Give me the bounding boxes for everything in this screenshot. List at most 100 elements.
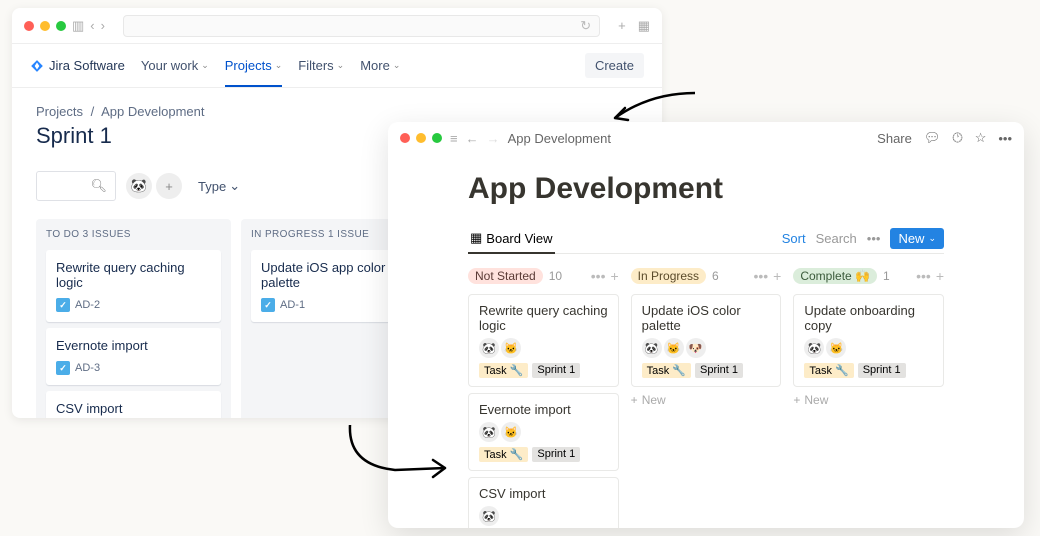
avatar: 🐱 xyxy=(826,338,846,358)
new-tab-icon[interactable]: + xyxy=(618,18,626,34)
type-filter[interactable]: Type⌄ xyxy=(198,178,240,194)
tag-sprint: Sprint 1 xyxy=(695,363,743,378)
status-pill[interactable]: In Progress xyxy=(631,268,706,284)
more-icon[interactable]: ••• xyxy=(867,231,881,246)
column-header: In Progress 6 ••• + xyxy=(631,266,782,286)
board-icon: ▦ xyxy=(470,230,482,246)
card-title: Evernote import xyxy=(479,402,608,417)
refresh-icon[interactable]: ↻ xyxy=(580,18,591,34)
avatar: 🐼 xyxy=(479,422,499,442)
status-pill[interactable]: Not Started xyxy=(468,268,543,284)
new-button[interactable]: New⌄ xyxy=(890,228,944,249)
column-header: TO DO 3 ISSUES xyxy=(46,229,221,240)
back-icon[interactable]: ‹ xyxy=(90,18,94,33)
chevron-down-icon: ⌄ xyxy=(337,60,345,71)
avatar: 🐱 xyxy=(501,338,521,358)
avatar: 🐼 xyxy=(479,506,499,526)
jira-brand-text: Jira Software xyxy=(49,58,125,73)
close-dot-icon[interactable] xyxy=(24,21,34,31)
sort-button[interactable]: Sort xyxy=(782,231,806,246)
issue-card[interactable]: Rewrite query caching logic ✓AD-2 xyxy=(46,250,221,322)
grid-icon[interactable]: ▦ xyxy=(638,18,650,34)
nav-projects[interactable]: Projects⌄ xyxy=(225,58,283,87)
tag-sprint: Sprint 1 xyxy=(532,363,580,378)
sidebar-toggle-icon[interactable]: ▥ xyxy=(72,18,84,34)
add-icon[interactable]: + xyxy=(610,268,618,284)
new-item-button[interactable]: +New xyxy=(631,393,782,407)
jira-navigation: Jira Software Your work⌄ Projects⌄ Filte… xyxy=(12,44,662,88)
tab-board-view[interactable]: ▦ Board View xyxy=(468,224,555,254)
create-button[interactable]: Create xyxy=(585,53,644,78)
forward-icon[interactable]: › xyxy=(101,18,105,33)
chevron-down-icon: ⌄ xyxy=(393,60,401,71)
back-icon[interactable]: ← xyxy=(466,131,479,146)
task-card[interactable]: Update onboarding copy 🐼🐱 Task 🔧Sprint 1 xyxy=(793,294,944,387)
notion-title-bar: ≡ ← → App Development Share 💬︎ 🕐︎ ☆ ••• xyxy=(388,122,1024,154)
updates-icon[interactable]: 🕐︎ xyxy=(952,130,962,146)
column-header: Complete 🙌 1 •••+ xyxy=(793,266,944,286)
url-bar[interactable]: ↻ xyxy=(123,15,600,37)
breadcrumb-project[interactable]: App Development xyxy=(101,104,204,119)
avatar: 🐱 xyxy=(664,338,684,358)
search-button[interactable]: Search xyxy=(816,231,857,246)
new-item-button[interactable]: +New xyxy=(793,393,944,407)
close-dot-icon[interactable] xyxy=(400,133,410,143)
task-card[interactable]: CSV import 🐼 Task 🔧Sprint 1 xyxy=(468,477,619,528)
card-title: Rewrite query caching logic xyxy=(56,260,211,290)
avatar: 🐼 xyxy=(479,338,499,358)
task-icon: ✓ xyxy=(56,361,70,375)
card-title: Update iOS color palette xyxy=(642,303,771,333)
nav-more[interactable]: More⌄ xyxy=(360,58,400,73)
card-title: Update onboarding copy xyxy=(804,303,933,333)
task-icon: ✓ xyxy=(56,298,70,312)
task-card[interactable]: Update iOS color palette 🐼🐱🐶 Task 🔧Sprin… xyxy=(631,294,782,387)
add-icon[interactable]: + xyxy=(773,268,781,284)
nav-your-work[interactable]: Your work⌄ xyxy=(141,58,209,73)
column-count: 6 xyxy=(712,269,719,283)
add-icon[interactable]: + xyxy=(936,268,944,284)
issue-card[interactable]: CSV import ✓AD-4 xyxy=(46,391,221,418)
page-title[interactable]: App Development xyxy=(468,172,944,206)
chevron-down-icon: ⌄ xyxy=(928,233,936,244)
plus-icon: + xyxy=(793,393,800,407)
more-icon[interactable]: ••• xyxy=(753,268,768,284)
maximize-dot-icon[interactable] xyxy=(56,21,66,31)
task-card[interactable]: Rewrite query caching logic 🐼🐱 Task 🔧Spr… xyxy=(468,294,619,387)
menu-icon[interactable]: ≡ xyxy=(450,131,458,146)
more-icon[interactable]: ••• xyxy=(998,131,1012,146)
nav-filters[interactable]: Filters⌄ xyxy=(298,58,344,73)
board-column: Complete 🙌 1 •••+Update onboarding copy … xyxy=(793,266,944,528)
minimize-dot-icon[interactable] xyxy=(40,21,50,31)
forward-icon[interactable]: → xyxy=(487,131,500,146)
issue-card[interactable]: Evernote import ✓AD-3 xyxy=(46,328,221,385)
card-key: ✓AD-2 xyxy=(56,298,211,312)
board-column: TO DO 3 ISSUES Rewrite query caching logi… xyxy=(36,219,231,418)
more-icon[interactable]: ••• xyxy=(591,268,606,284)
breadcrumb[interactable]: App Development xyxy=(508,131,611,146)
avatar: 🐼 xyxy=(804,338,824,358)
task-card[interactable]: Evernote import 🐼🐱 Task 🔧Sprint 1 xyxy=(468,393,619,471)
comments-icon[interactable]: 💬︎ xyxy=(924,130,941,146)
search-input[interactable]: 🔍︎ xyxy=(36,171,116,201)
favorite-icon[interactable]: ☆ xyxy=(975,130,987,146)
minimize-dot-icon[interactable] xyxy=(416,133,426,143)
status-pill[interactable]: Complete 🙌 xyxy=(793,268,877,284)
tag-sprint: Sprint 1 xyxy=(532,447,580,462)
share-button[interactable]: Share xyxy=(877,131,912,146)
window-traffic-lights xyxy=(24,21,66,31)
jira-logo[interactable]: Jira Software xyxy=(30,58,125,73)
avatar[interactable]: 🐼 xyxy=(126,173,152,199)
tag-task: Task 🔧 xyxy=(804,363,853,378)
board-column: In Progress 6 ••• + Update iOS color palet… xyxy=(631,266,782,528)
breadcrumb-projects[interactable]: Projects xyxy=(36,104,83,119)
tag-task: Task 🔧 xyxy=(642,363,691,378)
more-icon[interactable]: ••• xyxy=(916,268,931,284)
tag-task: Task 🔧 xyxy=(479,447,528,462)
card-title: CSV import xyxy=(479,486,608,501)
card-title: Evernote import xyxy=(56,338,211,353)
breadcrumb: Projects / App Development xyxy=(36,104,638,119)
add-people-button[interactable]: + xyxy=(156,173,182,199)
maximize-dot-icon[interactable] xyxy=(432,133,442,143)
search-icon: 🔍︎ xyxy=(90,178,107,194)
chevron-down-icon: ⌄ xyxy=(275,60,283,71)
